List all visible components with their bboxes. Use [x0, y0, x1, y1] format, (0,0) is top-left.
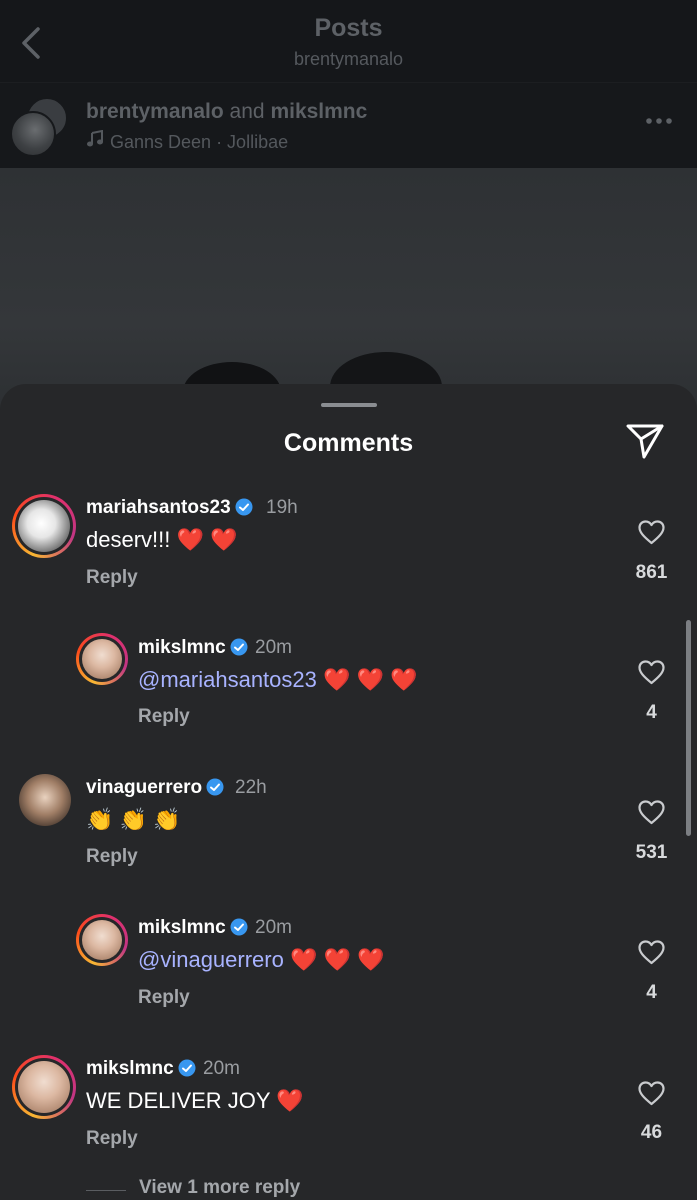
like-count[interactable]: 531 [610, 842, 693, 864]
comment-time: 22h [235, 777, 267, 798]
page-subtitle[interactable]: brentymanalo [0, 49, 697, 70]
post-header: brentymanalo and mikslmnc Ganns Deen · J… [0, 82, 697, 169]
comment-username[interactable]: mikslmnc [138, 917, 248, 939]
comment-username[interactable]: mariahsantos23 [86, 497, 253, 519]
page-title: Posts [314, 14, 383, 42]
mention-link[interactable]: @mariahsantos23 [138, 667, 317, 692]
music-icon [87, 130, 103, 147]
comment-text: WE DELIVER JOY ❤️ [86, 1088, 304, 1113]
post-authors[interactable]: brentymanalo and mikslmnc [86, 100, 367, 124]
like-count[interactable]: 861 [610, 562, 693, 584]
heart-icon[interactable] [638, 940, 665, 965]
reply-button[interactable]: Reply [86, 1128, 138, 1150]
sheet-grabber[interactable] [321, 403, 377, 407]
scrollbar[interactable] [686, 620, 691, 836]
sheet-title: Comments [283, 429, 414, 457]
music-label: Ganns Deen · Jollibae [110, 132, 289, 152]
post-author-1[interactable]: brentymanalo [86, 100, 224, 123]
verified-icon [230, 638, 248, 656]
comment-username[interactable]: mikslmnc [86, 1058, 196, 1080]
reply-button[interactable]: Reply [86, 567, 138, 589]
heart-icon[interactable] [638, 800, 665, 825]
heart-icon[interactable] [638, 1081, 665, 1106]
comment-text: @vinaguerrero ❤️ ❤️ ❤️ [138, 947, 385, 972]
like-count[interactable]: 4 [610, 982, 693, 1004]
heart-icon[interactable] [638, 660, 665, 685]
verified-icon [178, 1059, 196, 1077]
more-icon[interactable] [645, 117, 673, 125]
reply-button[interactable]: Reply [138, 706, 190, 728]
like-count[interactable]: 4 [610, 702, 693, 724]
avatar[interactable] [76, 633, 128, 685]
verified-icon [235, 498, 253, 516]
reply-button[interactable]: Reply [138, 987, 190, 1009]
avatar[interactable] [76, 914, 128, 966]
comment-username[interactable]: vinaguerrero [86, 777, 224, 799]
avatar[interactable] [12, 1055, 76, 1119]
avatar[interactable] [12, 494, 76, 558]
avatar[interactable] [19, 774, 71, 826]
like-count[interactable]: 46 [610, 1122, 693, 1144]
view-more-replies-button[interactable]: View 1 more reply [139, 1177, 300, 1199]
avatar[interactable] [10, 111, 56, 157]
send-icon[interactable] [624, 422, 666, 460]
comment-username[interactable]: mikslmnc [138, 637, 248, 659]
comment-text: 👏 👏 👏 [86, 807, 181, 832]
comment-text: @mariahsantos23 ❤️ ❤️ ❤️ [138, 667, 418, 692]
comment-time: 20m [255, 917, 292, 938]
top-bar: Posts brentymanalo [0, 0, 697, 82]
view-replies-line [86, 1190, 126, 1191]
post-author-2[interactable]: mikslmnc [270, 100, 367, 123]
verified-icon [206, 778, 224, 796]
reply-button[interactable]: Reply [86, 846, 138, 868]
heart-icon[interactable] [638, 520, 665, 545]
post-music[interactable]: Ganns Deen · Jollibae [86, 130, 288, 153]
comment-time: 19h [266, 497, 298, 518]
post-authors-conjunction: and [229, 100, 265, 123]
mention-link[interactable]: @vinaguerrero [138, 947, 284, 972]
verified-icon [230, 918, 248, 936]
comment-time: 20m [203, 1058, 240, 1079]
comment-text: deserv!!! ❤️ ❤️ [86, 527, 238, 552]
comment-time: 20m [255, 637, 292, 658]
